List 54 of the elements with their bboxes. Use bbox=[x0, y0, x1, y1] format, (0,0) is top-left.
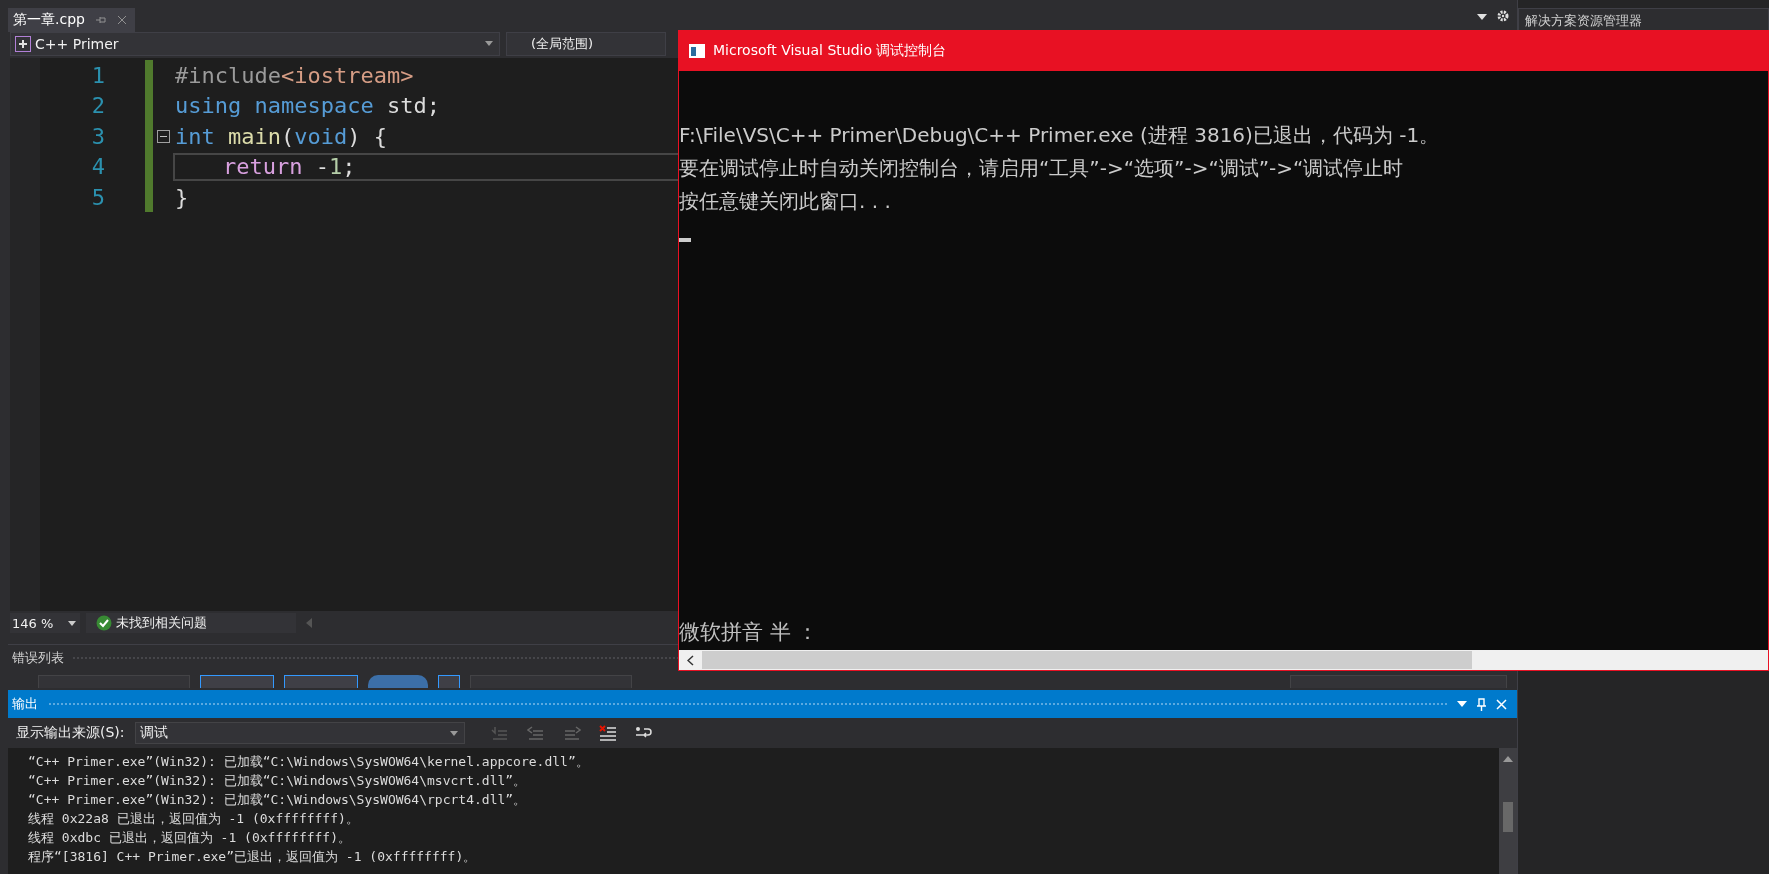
output-line: “C++ Primer.exe”(Win32): 已加载“C:\Windows\SysWOW64\rpcrt4.dll”。 bbox=[28, 791, 528, 810]
code-line: #include<iostream> bbox=[174, 61, 415, 90]
settings-icon[interactable] bbox=[1497, 9, 1509, 22]
next-message-icon[interactable] bbox=[562, 725, 581, 742]
project-dropdown[interactable]: C++ Primer bbox=[10, 31, 500, 56]
clear-all-icon[interactable] bbox=[598, 725, 617, 742]
line-number: 5 bbox=[90, 184, 105, 210]
scroll-left-icon[interactable] bbox=[687, 654, 694, 666]
collapse-icon[interactable] bbox=[156, 129, 170, 143]
dropdown-caret-icon[interactable] bbox=[1457, 701, 1467, 708]
dropdown-caret-icon bbox=[449, 730, 458, 736]
dropdown-caret-icon[interactable] bbox=[1477, 13, 1487, 20]
console-line: 要在调试停止时自动关闭控制台，请启用“工具”->“选项”->“调试”->“调试停止时 bbox=[679, 155, 1405, 182]
scrollbar-thumb[interactable] bbox=[702, 651, 1472, 669]
output-source-dropdown[interactable]: 调试 bbox=[134, 722, 465, 745]
line-number: 3 bbox=[90, 123, 105, 149]
window-title: Microsoft Visual Studio 调试控制台 bbox=[713, 42, 947, 60]
console-app-icon bbox=[689, 44, 705, 58]
scope-dropdown[interactable]: (全局范围) bbox=[506, 31, 666, 56]
messages-filter-button[interactable] bbox=[368, 675, 428, 689]
dropdown-caret-icon bbox=[485, 41, 493, 47]
dropdown-caret-icon bbox=[68, 620, 76, 626]
code-line: using namespace std; bbox=[174, 92, 441, 120]
source-label: 显示输出来源(S): bbox=[16, 724, 125, 743]
pin-icon[interactable] bbox=[94, 14, 107, 25]
check-circle-icon bbox=[96, 615, 112, 632]
scroll-up-icon[interactable] bbox=[1503, 756, 1513, 763]
panel-title: 错误列表 bbox=[12, 649, 64, 668]
editor-tab[interactable]: 第一章.cpp bbox=[8, 7, 135, 32]
project-icon bbox=[15, 35, 31, 52]
output-line: “C++ Primer.exe”(Win32): 已加载“C:\Windows\SysWOW64\kernel.appcore.dll”。 bbox=[28, 753, 590, 772]
output-line: 程序“[3816] C++ Primer.exe”已退出，返回值为 -1 (0xffffffff)。 bbox=[28, 848, 478, 867]
code-line: } bbox=[174, 183, 190, 212]
line-number: 2 bbox=[90, 93, 105, 119]
output-line: 线程 0x22a8 已退出，返回值为 -1 (0xffffffff)。 bbox=[28, 810, 360, 829]
panel-title: 输出 bbox=[12, 695, 38, 714]
zoom-dropdown[interactable]: 146 % bbox=[10, 613, 80, 634]
output-line: 线程 0xdbc 已退出，返回值为 -1 (0xffffffff)。 bbox=[28, 829, 352, 848]
horizontal-scrollbar[interactable] bbox=[679, 650, 1768, 670]
console-line: 按任意键关闭此窗口. . . bbox=[679, 188, 892, 215]
ime-status: 微软拼音 半 ： bbox=[679, 619, 820, 646]
vertical-scrollbar[interactable] bbox=[1499, 748, 1517, 874]
pin-icon[interactable] bbox=[1477, 697, 1486, 711]
text-cursor bbox=[679, 238, 691, 242]
panel-title: 解决方案资源管理器 bbox=[1525, 12, 1642, 30]
scrollbar-thumb[interactable] bbox=[1503, 802, 1513, 833]
close-icon[interactable] bbox=[116, 14, 127, 25]
issues-status: 未找到相关问题 bbox=[116, 614, 207, 633]
line-number: 1 bbox=[90, 62, 105, 88]
console-line: F:\File\VS\C++ Primer\Debug\C++ Primer.exe (进程 3816)已退出，代码为 -1。 bbox=[679, 122, 1441, 149]
previous-message-icon[interactable] bbox=[526, 725, 545, 742]
code-line: int main(void) { bbox=[174, 122, 388, 151]
line-number: 4 bbox=[90, 154, 105, 180]
output-line: “C++ Primer.exe”(Win32): 已加载“C:\Windows\SysWOW64\msvcrt.dll”。 bbox=[28, 772, 528, 791]
